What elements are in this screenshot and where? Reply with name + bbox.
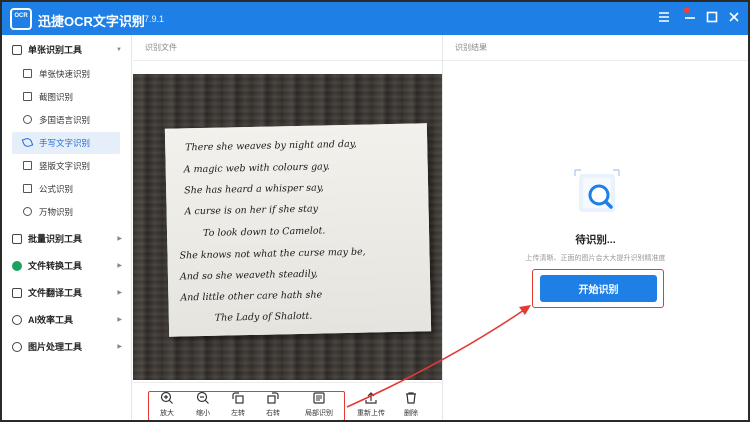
sidebar-group-ai[interactable]: AI效率工具 ▶ xyxy=(2,309,132,331)
translate-icon xyxy=(12,288,22,298)
uploaded-image: There she weaves by night and day, A mag… xyxy=(133,74,442,380)
sidebar-group-label: AI效率工具 xyxy=(28,315,74,325)
app-title: 迅捷OCR文字识别 xyxy=(38,14,145,29)
hint-text: 上传清晰、正面的图片会大大提升识别精准度 xyxy=(525,255,666,262)
handwriting-line: There she weaves by night and day, xyxy=(185,138,357,154)
sidebar-item-label: 截图识别 xyxy=(39,92,74,102)
sidebar-item-object[interactable]: 万物识别 xyxy=(12,201,120,223)
sidebar-item-formula[interactable]: 公式识别 xyxy=(12,178,120,200)
sidebar-group-label: 图片处理工具 xyxy=(28,342,83,352)
minimize-icon[interactable] xyxy=(682,10,698,26)
sidebar-group-convert[interactable]: 文件转换工具 ▶ xyxy=(2,255,132,277)
handwriting-line: A magic web with colours gay. xyxy=(183,161,331,176)
chevron-right-icon: ▶ xyxy=(117,317,122,323)
start-recognize-button[interactable]: 开始识别 xyxy=(540,275,657,302)
sidebar-item-label: 竖版文字识别 xyxy=(39,161,91,171)
left-panel-title: 识别文件 xyxy=(133,35,442,61)
chevron-right-icon: ▶ xyxy=(117,344,122,350)
chevron-right-icon: ▶ xyxy=(117,263,122,269)
formula-icon xyxy=(23,184,32,193)
ai-icon xyxy=(12,315,22,325)
sidebar-group-translate[interactable]: 文件翻译工具 ▶ xyxy=(2,282,132,304)
tool-label: 删除 xyxy=(404,410,418,417)
globe-icon xyxy=(23,115,32,124)
toolbar-highlight-box xyxy=(148,391,345,420)
sidebar-group-image[interactable]: 图片处理工具 ▶ xyxy=(2,336,132,358)
sidebar-item-label: 多国语言识别 xyxy=(39,115,91,125)
sidebar-item-label: 万物识别 xyxy=(39,207,74,217)
sidebar-group-label: 文件翻译工具 xyxy=(28,288,83,298)
chevron-right-icon: ▶ xyxy=(117,290,122,296)
app-version: v8.7.9.1 xyxy=(132,14,165,24)
sidebar-group-label: 批量识别工具 xyxy=(28,234,83,244)
sidebar-group-single[interactable]: 单张识别工具 ▼ xyxy=(2,39,132,61)
sidebar-group-batch[interactable]: 批量识别工具 ▶ xyxy=(2,228,132,250)
sidebar-item-label: 单张快速识别 xyxy=(39,69,91,79)
delete-button[interactable]: 删除 xyxy=(396,389,426,420)
sidebar-item-handwriting[interactable]: 手写文字识别 xyxy=(12,132,120,154)
sidebar-item-multilang[interactable]: 多国语言识别 xyxy=(12,109,120,131)
handwriting-line: And so she weaveth steadily, xyxy=(179,268,319,283)
layers-icon xyxy=(12,234,22,244)
handwriting-line: And little other care hath she xyxy=(180,289,323,304)
vertical-text-icon xyxy=(23,161,32,170)
handwritten-note: There she weaves by night and day, A mag… xyxy=(164,123,432,337)
panel-divider xyxy=(442,35,443,420)
chevron-down-icon: ▼ xyxy=(116,47,122,53)
delete-icon xyxy=(406,392,416,404)
handwriting-line: To look down to Camelot. xyxy=(202,225,326,239)
sidebar-item-label: 手写文字识别 xyxy=(39,138,91,148)
pen-icon xyxy=(21,136,34,149)
crop-icon xyxy=(23,92,32,101)
tool-label: 重新上传 xyxy=(357,410,385,417)
sidebar: 单张识别工具 ▼ 单张快速识别 截图识别 多国语言识别 手写文字识别 竖版文字识… xyxy=(2,35,132,420)
menu-icon[interactable] xyxy=(656,10,672,26)
handwriting-line: A curse is on her if she stay xyxy=(184,203,319,218)
palette-icon xyxy=(12,342,22,352)
handwriting-line: She has heard a whisper say, xyxy=(184,182,325,197)
sidebar-item-vertical[interactable]: 竖版文字识别 xyxy=(12,155,120,177)
right-panel-title: 识别结果 xyxy=(443,35,748,61)
app-logo: OCR xyxy=(10,8,32,30)
chevron-right-icon: ▶ xyxy=(117,236,122,242)
handwriting-line: The Lady of Shalott. xyxy=(214,310,313,324)
object-icon xyxy=(23,207,32,216)
sidebar-item-quick[interactable]: 单张快速识别 xyxy=(12,63,120,85)
image-icon xyxy=(12,45,22,55)
sidebar-group-label: 单张识别工具 xyxy=(28,45,83,55)
sidebar-item-screenshot[interactable]: 截图识别 xyxy=(12,86,120,108)
sidebar-group-label: 文件转换工具 xyxy=(28,261,83,271)
maximize-icon[interactable] xyxy=(704,10,720,26)
convert-icon xyxy=(12,261,22,271)
image-icon xyxy=(23,69,32,78)
title-bar: OCR 迅捷OCR文字识别 v8.7.9.1 xyxy=(2,2,748,35)
waiting-illustration-icon xyxy=(574,169,620,212)
sidebar-item-label: 公式识别 xyxy=(39,184,74,194)
app-window: OCR 迅捷OCR文字识别 v8.7.9.1 单张识别工具 ▼ 单张快速识别 截… xyxy=(0,0,750,422)
reupload-button[interactable]: 重新上传 xyxy=(353,389,389,420)
handwriting-line: She knows not what the curse may be, xyxy=(179,246,366,262)
upload-icon xyxy=(365,392,377,404)
status-text: 待识别... xyxy=(575,234,616,246)
close-icon[interactable] xyxy=(726,10,742,26)
